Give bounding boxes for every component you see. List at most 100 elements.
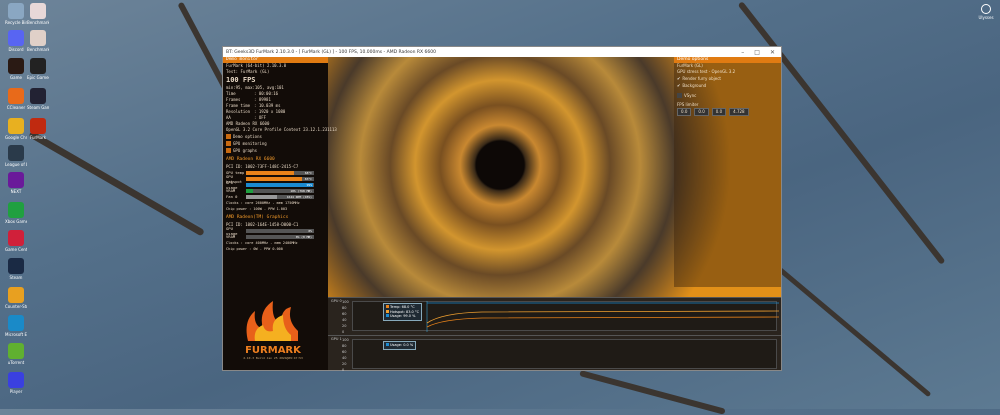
graph-label: GPU 1 — [331, 337, 342, 341]
desktop-icon-label: Steam Game — [27, 105, 49, 110]
desktop-icon[interactable]: Player — [5, 372, 27, 394]
desktop-icon[interactable]: Game Center — [5, 230, 27, 252]
close-button[interactable]: ✕ — [770, 49, 775, 56]
desktop-icon-label: FurMark — [29, 135, 47, 140]
demo-options-panel: Demo options FurMark (GL) GPU stress tes… — [674, 57, 781, 287]
desktop-icon[interactable]: Game — [5, 58, 27, 80]
desktop-icon-label: Player — [9, 389, 23, 394]
desktop-icon-label: Google Chrome — [5, 135, 27, 140]
y-tick: 40 — [342, 318, 347, 322]
desktop-icon[interactable]: uTorrent — [5, 343, 27, 365]
vsync-label: VSync — [684, 93, 697, 98]
gpu-graphs: GPU 0 100 80 60 40 20 0 Temp: 68.0 °C Hotspot: 8… — [328, 297, 781, 372]
desktop-icon-label: uTorrent — [7, 360, 25, 365]
app-icon — [8, 118, 24, 134]
app-icon — [30, 118, 46, 134]
fps-spin-field[interactable]: 0.0 — [677, 108, 692, 116]
y-tick: 80 — [342, 344, 347, 348]
checkbox[interactable]: GPU graphs — [223, 147, 328, 154]
graph-label: GPU 0 — [331, 299, 342, 303]
title-bar[interactable]: BT: Geeks3D FurMark 2.10.3.0 - [ FurMark… — [223, 47, 781, 57]
furmark-window: BT: Geeks3D FurMark 2.10.3.0 - [ FurMark… — [222, 46, 782, 372]
desktop-icon[interactable]: Benchmark — [27, 3, 49, 25]
checkbox-label: Background — [682, 83, 707, 88]
y-tick: 20 — [342, 362, 347, 366]
desktop-icon-label: CCleaner — [6, 105, 26, 110]
stat-value: : 89981 — [254, 97, 271, 102]
desktop-icon[interactable]: Discord — [5, 30, 27, 52]
bar-track: 99% — [246, 182, 314, 187]
tree-branch — [579, 370, 726, 415]
desktop-icon-user[interactable]: Ulysses — [975, 4, 997, 20]
metric-value: 0% — [308, 228, 312, 233]
desktop-icon-label: Benchmark — [27, 20, 49, 25]
desktop-icon[interactable]: Google Chrome — [5, 118, 27, 140]
bar-track: 0% — [246, 228, 314, 233]
checkbox[interactable]: ✔ Render furry object — [674, 75, 781, 82]
app-icon — [8, 30, 24, 46]
app-icon — [8, 145, 24, 161]
desktop-icon-label: Epic Games Launcher — [27, 75, 49, 80]
gpu-section-title[interactable]: AMD Radeon(TM) Graphics — [223, 214, 328, 222]
desktop-icon[interactable]: CCleaner — [5, 88, 27, 110]
build-info: 2.10.3 Build Jan 25 2024@09:47:53 — [243, 356, 303, 360]
checkbox-label: Demo options — [233, 134, 262, 139]
tree-branch — [28, 130, 205, 237]
y-tick: 40 — [342, 356, 347, 360]
legend-text: Usage: 0.0 % — [390, 343, 414, 347]
app-icon — [8, 372, 24, 388]
y-tick: 60 — [342, 350, 347, 354]
fps-spin-field[interactable]: 0.0 — [711, 108, 727, 116]
desktop-icon[interactable]: FurMark — [27, 118, 49, 140]
checkbox[interactable]: ✔ Background — [674, 82, 781, 89]
stat-value: : 00:00:16 — [254, 91, 279, 96]
checkbox[interactable]: GPU monitoring — [223, 140, 328, 147]
check-icon: ✔ — [677, 83, 681, 88]
desktop-icon[interactable]: Recycle Bin — [5, 3, 27, 25]
bar-fill — [246, 188, 253, 193]
desktop-icon[interactable]: Steam — [5, 258, 27, 280]
metric-value: 1644 RPM (45%) — [286, 194, 312, 199]
gpu-section-title[interactable]: AMD Radeon RX 6600 — [223, 156, 328, 164]
gpu-metric-bar: GPU usage 0% — [223, 226, 328, 236]
flame-icon — [246, 301, 298, 341]
app-icon — [8, 3, 24, 19]
desktop-icon[interactable]: Benchmark — [27, 30, 49, 52]
desktop-icon-label: NEXT — [10, 189, 22, 194]
metric-label: VRAM — [226, 234, 236, 239]
minimize-button[interactable]: – — [741, 49, 744, 56]
bar-fill — [246, 170, 294, 175]
desktop-icon[interactable]: Xbox Game — [5, 202, 27, 224]
bar-track: 68°C — [246, 170, 314, 175]
y-tick: 60 — [342, 312, 347, 316]
vsync-checkbox[interactable]: VSync — [674, 92, 781, 99]
desktop-icon[interactable]: Counter-Strike — [5, 287, 27, 309]
furmark-logo: FURMARK 2.10.3 Build Jan 25 2024@09:47:5… — [233, 301, 313, 360]
desktop-icon-label: Benchmark — [27, 47, 49, 52]
chip-power: Chip power : 100W - PPW 1.003 — [226, 207, 288, 211]
metric-value: 0% (0 MB) — [295, 234, 312, 239]
app-icon — [30, 58, 46, 74]
desktop-icon[interactable]: Microsoft Edge — [5, 315, 27, 337]
app-icon — [30, 3, 46, 19]
checkbox-checked-icon — [226, 148, 231, 153]
checkbox-checked-icon — [226, 134, 231, 139]
desktop-icon[interactable]: Epic Games Launcher — [27, 58, 49, 80]
fps-spin-field[interactable]: 4.728 — [729, 108, 749, 116]
bar-fill — [246, 194, 277, 199]
app-icon — [8, 88, 24, 104]
desktop-icon-label: Xbox Game — [5, 219, 27, 224]
desktop-icon[interactable]: NEXT — [5, 172, 27, 194]
desktop-icon-label: Discord — [8, 47, 24, 52]
metric-value: 10% (768 MB) — [290, 188, 312, 193]
checkbox[interactable]: Demo options — [223, 133, 328, 140]
maximize-button[interactable]: □ — [754, 49, 760, 56]
metric-value: 83°C — [304, 176, 312, 181]
desktop-icon[interactable]: League of Legends — [5, 145, 27, 167]
legend-item: Usage: 0.0 % — [386, 343, 413, 348]
app-icon — [8, 230, 24, 246]
desktop-icon[interactable]: Steam Game — [27, 88, 49, 110]
fps-spin-field[interactable]: 0.0 — [694, 108, 709, 116]
desktop-icon-label: Game — [10, 75, 22, 80]
app-icon — [8, 287, 24, 303]
